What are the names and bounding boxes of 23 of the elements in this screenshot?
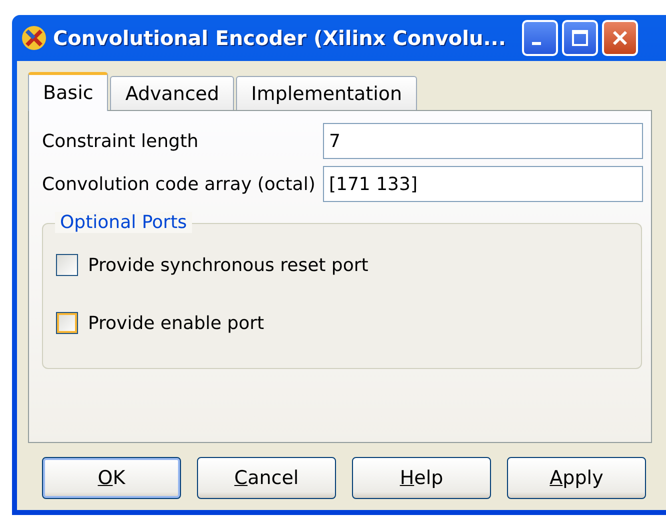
app-icon bbox=[21, 25, 47, 51]
input-field[interactable]: 7 bbox=[323, 123, 643, 159]
dialog-button[interactable]: Apply bbox=[507, 457, 646, 499]
field-label: Convolution code array (octal) bbox=[42, 174, 316, 194]
maximize-icon bbox=[570, 28, 590, 48]
tab[interactable]: Advanced bbox=[110, 76, 234, 110]
minimize-button[interactable] bbox=[522, 20, 558, 56]
dialog-button[interactable]: Cancel bbox=[197, 457, 336, 499]
field-label: Constraint length bbox=[42, 130, 198, 152]
input-field[interactable]: [171 133] bbox=[323, 166, 643, 202]
checkbox-label: Provide synchronous reset port bbox=[88, 254, 368, 276]
checkbox[interactable] bbox=[56, 254, 78, 276]
maximize-button[interactable] bbox=[562, 20, 598, 56]
close-icon bbox=[610, 28, 630, 48]
dialog-button[interactable]: OK bbox=[42, 457, 181, 499]
window-title: Convolutional Encoder (Xilinx Convolu... bbox=[53, 26, 506, 50]
minimize-icon bbox=[532, 42, 541, 44]
dialog-button[interactable]: Help bbox=[352, 457, 491, 499]
checkbox-label: Provide enable port bbox=[88, 312, 264, 334]
group-title: Optional Ports bbox=[55, 212, 192, 233]
close-button[interactable] bbox=[602, 20, 638, 56]
tab[interactable]: Implementation bbox=[236, 76, 418, 110]
tab[interactable]: Basic bbox=[28, 72, 108, 111]
